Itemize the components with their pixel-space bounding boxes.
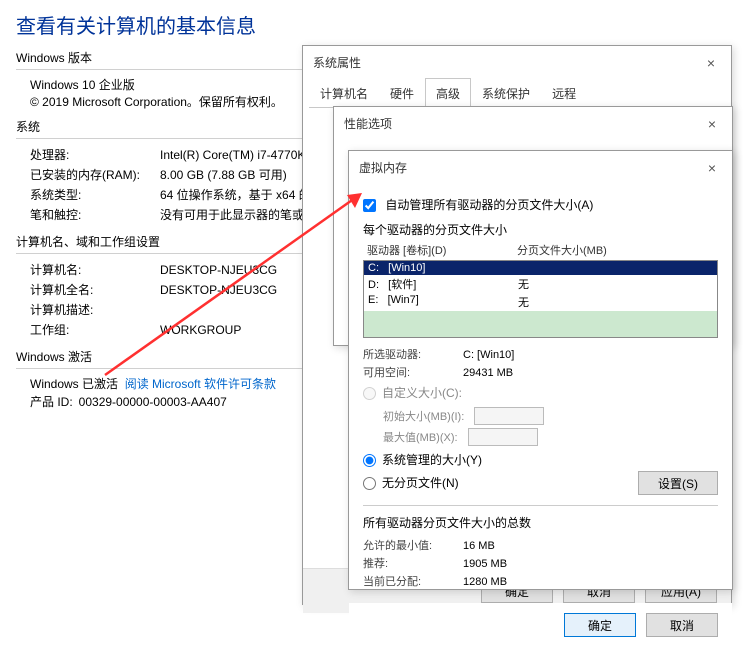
close-icon[interactable]: × (702, 116, 722, 132)
auto-manage-checkbox[interactable] (363, 199, 376, 212)
drive-row[interactable]: C: [Win10] (364, 261, 717, 275)
license-terms-link[interactable]: 阅读 Microsoft 软件许可条款 (125, 377, 276, 391)
col-drive: 驱动器 [卷标](D) (367, 242, 517, 258)
max-size-input[interactable] (468, 428, 538, 446)
drive-row[interactable]: D: [软件]无 (364, 275, 717, 293)
initial-size-label: 初始大小(MB)(I): (383, 408, 464, 424)
product-id-label: 产品 ID: (30, 392, 73, 412)
set-button[interactable]: 设置(S) (638, 471, 718, 495)
radio-system-managed[interactable] (363, 454, 376, 467)
per-drive-label: 每个驱动器的分页文件大小 (363, 221, 718, 238)
radio-system-label: 系统管理的大小(Y) (382, 453, 482, 467)
col-size: 分页文件大小(MB) (517, 242, 607, 258)
product-id-value: 00329-00000-00003-AA407 (79, 392, 227, 412)
cancel-button[interactable]: 取消 (646, 613, 718, 637)
dialog-title: 虚拟内存 (359, 159, 407, 176)
selected-drive-value: C: [Win10] (463, 346, 718, 364)
virtual-memory-dialog: 虚拟内存 × 自动管理所有驱动器的分页文件大小(A) 每个驱动器的分页文件大小 … (348, 150, 733, 590)
avail-space-value: 29431 MB (463, 364, 718, 382)
rec-label: 推荐: (363, 555, 463, 573)
tab-remote[interactable]: 远程 (541, 78, 587, 108)
min-value: 16 MB (463, 537, 718, 555)
type-label: 系统类型: (30, 185, 160, 205)
avail-space-label: 可用空间: (363, 364, 463, 382)
ram-label: 已安装的内存(RAM): (30, 165, 160, 185)
drive-row[interactable]: E: [Win7]无 (364, 293, 717, 311)
cpu-label: 处理器: (30, 145, 160, 165)
close-icon[interactable]: × (701, 55, 721, 71)
auto-manage-label: 自动管理所有驱动器的分页文件大小(A) (385, 198, 593, 212)
page-title: 查看有关计算机的基本信息 (0, 0, 744, 47)
rec-value: 1905 MB (463, 555, 718, 573)
tab-bar: 计算机名 硬件 高级 系统保护 远程 (309, 77, 725, 108)
max-size-label: 最大值(MB)(X): (383, 429, 458, 445)
pen-label: 笔和触控: (30, 205, 160, 225)
tab-hardware[interactable]: 硬件 (379, 78, 425, 108)
radio-custom-label: 自定义大小(C): (382, 386, 462, 400)
tab-system-protection[interactable]: 系统保护 (471, 78, 541, 108)
workgroup-label: 工作组: (30, 320, 160, 340)
selected-drive-label: 所选驱动器: (363, 346, 463, 364)
computer-name-label: 计算机名: (30, 260, 160, 280)
radio-no-paging-label: 无分页文件(N) (382, 476, 459, 490)
current-value: 1280 MB (463, 573, 718, 591)
full-name-label: 计算机全名: (30, 280, 160, 300)
close-icon[interactable]: × (702, 160, 722, 176)
drive-list[interactable]: C: [Win10] D: [软件]无 E: [Win7]无 (363, 260, 718, 338)
dialog-title: 系统属性 (313, 54, 361, 71)
ok-button[interactable]: 确定 (564, 613, 636, 637)
radio-custom-size[interactable] (363, 387, 376, 400)
activation-status: Windows 已激活 (30, 377, 118, 391)
radio-no-paging[interactable] (363, 477, 376, 490)
min-label: 允许的最小值: (363, 537, 463, 555)
desc-label: 计算机描述: (30, 300, 160, 320)
tab-advanced[interactable]: 高级 (425, 78, 471, 108)
dialog-title: 性能选项 (344, 115, 392, 132)
totals-header: 所有驱动器分页文件大小的总数 (363, 514, 718, 531)
current-label: 当前已分配: (363, 573, 463, 591)
tab-computer-name[interactable]: 计算机名 (309, 78, 379, 108)
initial-size-input[interactable] (474, 407, 544, 425)
